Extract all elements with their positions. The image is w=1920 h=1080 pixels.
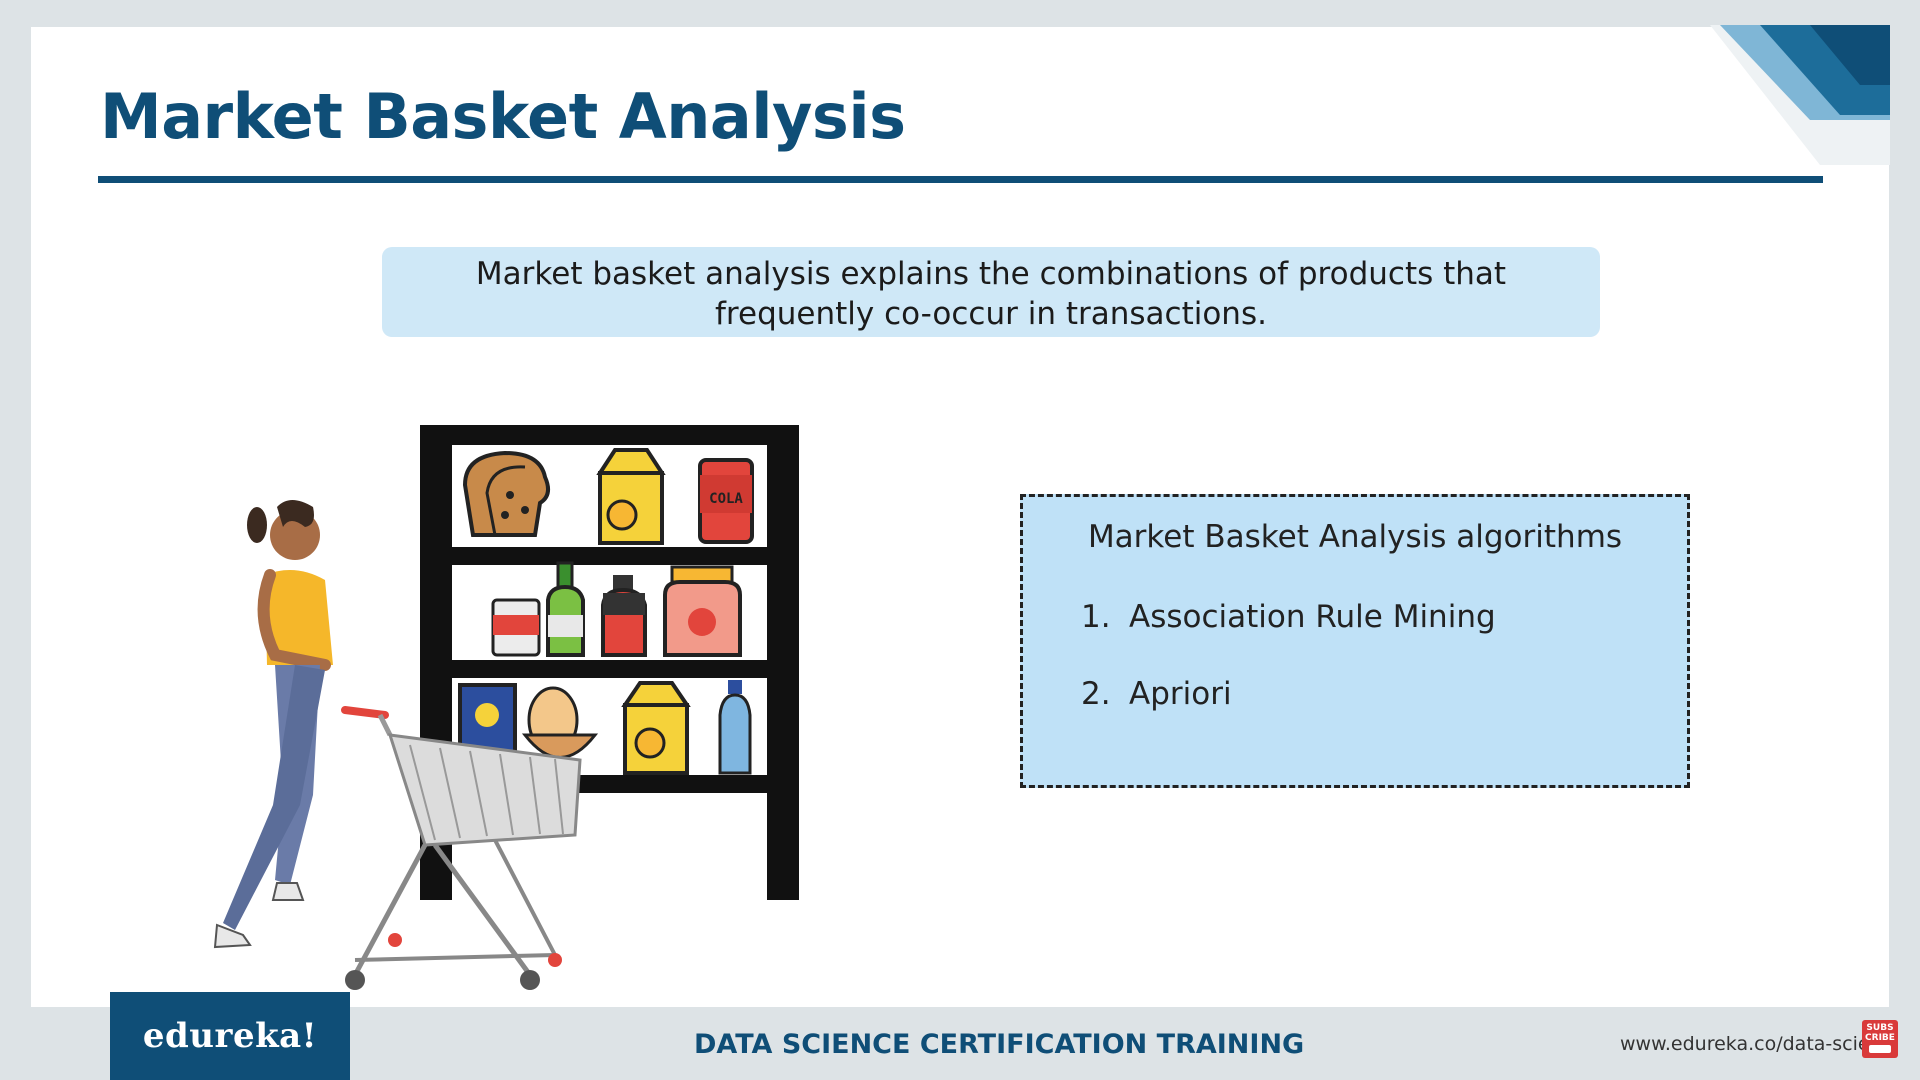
- definition-text: Market basket analysis explains the comb…: [475, 256, 1507, 332]
- subscribe-text: SUBS CRIBE: [1865, 1023, 1895, 1043]
- bottle-icon: [546, 561, 585, 657]
- algorithm-number: 1.: [1081, 599, 1111, 635]
- water-bottle-icon: [718, 680, 752, 775]
- algorithms-list: 1. Association Rule Mining 2. Apriori: [1081, 597, 1496, 751]
- algorithm-label: Apriori: [1129, 676, 1232, 712]
- cola-label: COLA: [709, 491, 743, 507]
- subscribe-badge[interactable]: SUBS CRIBE: [1862, 1020, 1898, 1058]
- algorithm-label: Association Rule Mining: [1129, 599, 1496, 635]
- brand-logo[interactable]: edureka!: [110, 992, 350, 1080]
- shopping-illustration: COLA: [213, 425, 799, 990]
- bread-icon: [462, 450, 551, 537]
- page-title: Market Basket Analysis: [100, 80, 906, 153]
- milk-carton-icon: [621, 681, 691, 775]
- juice-box-icon: [596, 448, 666, 545]
- corner-decoration: [1710, 25, 1890, 165]
- egg-bowl-icon: [521, 686, 599, 759]
- shopper-figure: [213, 500, 333, 949]
- algorithm-item-association-rule-mining: 1. Association Rule Mining: [1081, 597, 1496, 637]
- brand-name: edureka!: [142, 1016, 318, 1056]
- definition-box: Market basket analysis explains the comb…: [382, 247, 1600, 337]
- subscribe-logo-icon: [1869, 1045, 1891, 1053]
- algorithms-heading: Market Basket Analysis algorithms: [1087, 519, 1623, 555]
- algorithm-number: 2.: [1081, 676, 1111, 712]
- cola-can-icon: COLA: [698, 458, 754, 544]
- tin-can-icon: [491, 598, 541, 657]
- sauce-bottle-icon: [601, 575, 647, 657]
- course-title: DATA SCIENCE CERTIFICATION TRAINING: [694, 1029, 1305, 1060]
- jam-jar-icon: [663, 565, 742, 657]
- algorithms-box: Market Basket Analysis algorithms 1. Asso…: [1020, 494, 1690, 788]
- title-underline: [98, 176, 1823, 183]
- algorithm-item-apriori: 2. Apriori: [1081, 674, 1496, 714]
- footer-url[interactable]: www.edureka.co/data-scien: [1620, 1033, 1882, 1055]
